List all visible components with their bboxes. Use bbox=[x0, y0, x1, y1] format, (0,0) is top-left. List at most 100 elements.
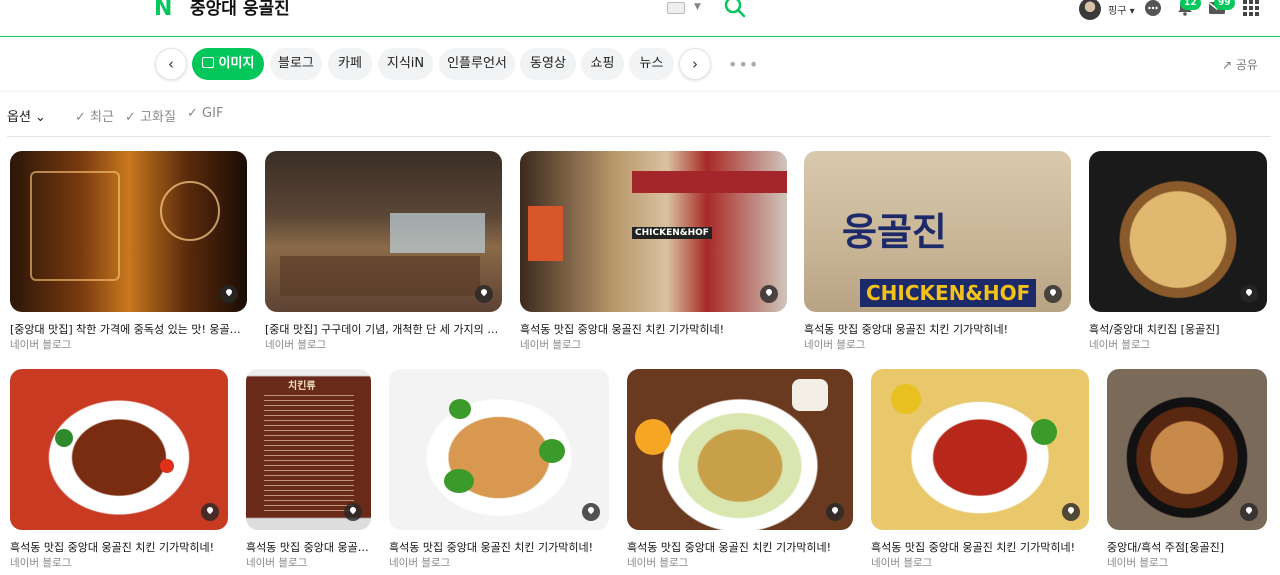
location-pin-icon[interactable] bbox=[1240, 285, 1258, 303]
tab-image[interactable]: 이미지 bbox=[192, 48, 264, 80]
result-title[interactable]: [중대 맛집] 구구데이 기념, 개척한 단 세 가지의 치킨... bbox=[265, 321, 502, 337]
location-pin-icon[interactable] bbox=[220, 285, 238, 303]
image-icon bbox=[201, 57, 214, 68]
image-result[interactable]: CHICKEN&HOF 흑석동 맛집 중앙대 웅골진 치킨 기가막히네! 네이버… bbox=[520, 151, 787, 351]
tab-blog[interactable]: 블로그 bbox=[270, 48, 322, 80]
result-thumbnail[interactable] bbox=[389, 369, 609, 530]
image-result[interactable]: 흑석동 맛집 중앙대 웅골진 치킨 기가막히네! 네이버 블로그 bbox=[627, 369, 853, 575]
result-title[interactable]: 중앙대/흑석 주점[웅골진] bbox=[1107, 539, 1267, 555]
image-result[interactable]: [중대 맛집] 구구데이 기념, 개척한 단 세 가지의 치킨... 네이버 블… bbox=[265, 151, 502, 351]
user-name-label: 핑구 bbox=[1108, 6, 1127, 17]
image-result[interactable]: [중앙대 맛집] 착한 가격에 중독성 있는 맛! 웅골진 치킨 네이버 블로그 bbox=[10, 151, 247, 351]
tab-blog-label: 블로그 bbox=[278, 56, 314, 71]
result-title[interactable]: 흑석동 맛집 중앙대 웅골진 치킨 기가막히네! bbox=[871, 539, 1089, 555]
result-thumbnail[interactable] bbox=[1107, 369, 1267, 530]
location-pin-icon[interactable] bbox=[475, 285, 493, 303]
result-thumbnail[interactable]: CHICKEN&HOF bbox=[520, 151, 787, 312]
filter-recent[interactable]: ✓ 최근 bbox=[75, 106, 114, 125]
tab-influencer-label: 인플루언서 bbox=[447, 56, 507, 71]
result-thumbnail[interactable] bbox=[627, 369, 853, 530]
chevron-down-icon[interactable]: ▼ bbox=[694, 2, 701, 12]
image-result[interactable]: 웅골진 CHICKEN&HOF 흑석동 맛집 중앙대 웅골진 치킨 기가막히네!… bbox=[804, 151, 1071, 351]
result-source[interactable]: 네이버 블로그 bbox=[804, 337, 865, 352]
notification-badge: 12 bbox=[1180, 0, 1201, 10]
more-icon[interactable]: ••• bbox=[728, 55, 759, 74]
result-source[interactable]: 네이버 블로그 bbox=[1107, 555, 1168, 570]
tab-news[interactable]: 뉴스 bbox=[629, 48, 674, 80]
top-header: N 중앙대 웅골진 ▼ 핑구 ▾ 12 99 bbox=[0, 0, 1280, 37]
user-name[interactable]: 핑구 ▾ bbox=[1108, 2, 1135, 17]
result-thumbnail[interactable] bbox=[1089, 151, 1267, 312]
options-toggle[interactable]: 옵션 ⌄ bbox=[7, 106, 46, 125]
result-title[interactable]: 흑석동 맛집 중앙대 웅골진 치킨 기가막히네! bbox=[804, 321, 1071, 337]
apps-grid-icon[interactable] bbox=[1243, 0, 1259, 16]
share-button[interactable]: ↗ 공유 bbox=[1222, 56, 1258, 73]
result-thumbnail[interactable]: 웅골진 CHICKEN&HOF bbox=[804, 151, 1071, 312]
location-pin-icon[interactable] bbox=[760, 285, 778, 303]
tab-influencer[interactable]: 인플루언서 bbox=[439, 48, 515, 80]
location-pin-icon[interactable] bbox=[344, 503, 362, 521]
tab-kin[interactable]: 지식iN bbox=[378, 48, 433, 80]
tab-cafe-label: 카페 bbox=[338, 56, 362, 71]
location-pin-icon[interactable] bbox=[826, 503, 844, 521]
result-source[interactable]: 네이버 블로그 bbox=[1089, 337, 1150, 352]
result-source[interactable]: 네이버 블로그 bbox=[265, 337, 326, 352]
store-sign-text: CHICKEN&HOF bbox=[632, 227, 712, 239]
location-pin-icon[interactable] bbox=[582, 503, 600, 521]
location-pin-icon[interactable] bbox=[1240, 503, 1258, 521]
result-thumbnail[interactable] bbox=[10, 369, 228, 530]
search-tabs: ‹ 이미지 블로그 카페 지식iN 인플루언서 동영상 쇼핑 뉴스 › ••• … bbox=[0, 37, 1280, 92]
image-result[interactable]: 흑석동 맛집 중앙대 웅골진 치킨 기가막히네! 네이버 블로그 bbox=[389, 369, 609, 575]
tab-kin-label: 지식iN bbox=[386, 56, 425, 71]
tabs-next-button[interactable]: › bbox=[679, 48, 711, 80]
keyboard-icon[interactable] bbox=[667, 2, 685, 14]
location-pin-icon[interactable] bbox=[201, 503, 219, 521]
result-title[interactable]: [중앙대 맛집] 착한 가격에 중독성 있는 맛! 웅골진 치킨 bbox=[10, 321, 247, 337]
result-source[interactable]: 네이버 블로그 bbox=[389, 555, 450, 570]
result-title[interactable]: 흑석동 맛집 중앙대 웅골진 치킨 기가막히네! bbox=[389, 539, 609, 555]
talk-icon[interactable] bbox=[1143, 0, 1163, 18]
options-bar: 옵션 ⌄ ✓ 최근 ✓ 고화질 ✓ GIF bbox=[0, 92, 1280, 136]
filter-recent-label: 최근 bbox=[90, 110, 114, 125]
image-result[interactable]: 치킨류 흑석동 맛집 중앙대 웅골진... 네이버 블로그 bbox=[246, 369, 371, 575]
result-source[interactable]: 네이버 블로그 bbox=[246, 555, 307, 570]
tab-video[interactable]: 동영상 bbox=[520, 48, 576, 80]
result-source[interactable]: 네이버 블로그 bbox=[520, 337, 581, 352]
image-result[interactable]: 중앙대/흑석 주점[웅골진] 네이버 블로그 bbox=[1107, 369, 1267, 575]
tab-shopping-label: 쇼핑 bbox=[590, 56, 615, 71]
search-query-text[interactable]: 중앙대 웅골진 bbox=[190, 0, 290, 18]
avatar[interactable] bbox=[1079, 0, 1101, 20]
result-source[interactable]: 네이버 블로그 bbox=[627, 555, 688, 570]
result-thumbnail[interactable] bbox=[871, 369, 1089, 530]
result-title[interactable]: 흑석동 맛집 중앙대 웅골진... bbox=[246, 539, 371, 555]
search-icon[interactable] bbox=[724, 0, 746, 18]
location-pin-icon[interactable] bbox=[1062, 503, 1080, 521]
result-thumbnail[interactable] bbox=[10, 151, 247, 312]
filter-hd[interactable]: ✓ 고화질 bbox=[125, 106, 176, 125]
result-title[interactable]: 흑석동 맛집 중앙대 웅골진 치킨 기가막히네! bbox=[10, 539, 228, 555]
result-source[interactable]: 네이버 블로그 bbox=[871, 555, 932, 570]
filter-gif-label: GIF bbox=[202, 106, 224, 121]
result-title[interactable]: 흑석동 맛집 중앙대 웅골진 치킨 기가막히네! bbox=[627, 539, 853, 555]
menu-header-text: 치킨류 bbox=[288, 381, 316, 392]
tab-video-label: 동영상 bbox=[530, 56, 566, 71]
tabs-prev-button[interactable]: ‹ bbox=[155, 48, 187, 80]
options-label: 옵션 bbox=[7, 110, 31, 125]
result-title[interactable]: 흑석/중앙대 치킨집 [웅골진] bbox=[1089, 321, 1267, 337]
result-thumbnail[interactable]: 치킨류 bbox=[246, 369, 371, 530]
result-source[interactable]: 네이버 블로그 bbox=[10, 555, 71, 570]
image-result[interactable]: 흑석/중앙대 치킨집 [웅골진] 네이버 블로그 bbox=[1089, 151, 1267, 351]
result-title[interactable]: 흑석동 맛집 중앙대 웅골진 치킨 기가막히네! bbox=[520, 321, 787, 337]
tab-shopping[interactable]: 쇼핑 bbox=[581, 48, 624, 80]
filter-gif[interactable]: ✓ GIF bbox=[187, 106, 223, 121]
result-thumbnail[interactable] bbox=[265, 151, 502, 312]
sign-sub-text: CHICKEN&HOF bbox=[860, 279, 1037, 307]
options-divider bbox=[7, 136, 1271, 137]
image-result[interactable]: 흑석동 맛집 중앙대 웅골진 치킨 기가막히네! 네이버 블로그 bbox=[871, 369, 1089, 575]
naver-logo[interactable]: N bbox=[154, 0, 176, 20]
filter-hd-label: 고화질 bbox=[140, 110, 176, 125]
tab-cafe[interactable]: 카페 bbox=[328, 48, 372, 80]
result-source[interactable]: 네이버 블로그 bbox=[10, 337, 71, 352]
location-pin-icon[interactable] bbox=[1044, 285, 1062, 303]
image-result[interactable]: 흑석동 맛집 중앙대 웅골진 치킨 기가막히네! 네이버 블로그 bbox=[10, 369, 228, 575]
